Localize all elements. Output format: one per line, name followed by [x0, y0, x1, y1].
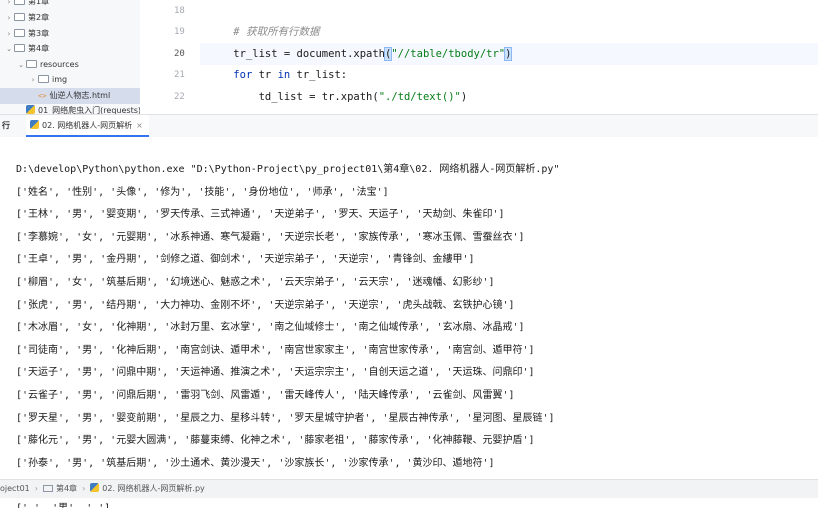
line-number-gutter: 18 19 20 21 22	[140, 0, 200, 114]
line-number: 22	[174, 92, 185, 102]
console-command-line: D:\develop\Python\python.exe "D:\Python-…	[16, 164, 560, 175]
tree-item[interactable]: ⌄ resources	[0, 57, 140, 73]
code-line[interactable]: # 获取所有行数据	[208, 21, 319, 43]
tree-item[interactable]: <> 仙逆人物志.html	[0, 88, 140, 104]
breadcrumb-item[interactable]: 02. 网络机器人-网页解析.py	[102, 480, 205, 498]
tree-item[interactable]: › img	[0, 72, 140, 88]
code-line[interactable]: tr_list = document.xpath("//table/tbody/…	[208, 43, 513, 65]
console-output-line: ['天运子', '男', '问鼎中期', '天运神通、推演之术', '天运宗宗主…	[16, 367, 535, 379]
console-output-line: ['木冰眉', '女', '化神期', '冰封万里、玄冰掌', '南之仙域修士'…	[16, 322, 525, 334]
run-console[interactable]: D:\develop\Python\python.exe "D:\Python-…	[0, 137, 818, 508]
code-token: in	[277, 69, 291, 81]
folder-icon	[38, 75, 49, 83]
project-tree: › 第1章 › 第2章 › 第3章 ⌄ 第4章 ⌄ resources › img <> 仙逆人物志.ht…	[0, 0, 153, 115]
folder-icon	[14, 0, 25, 5]
breadcrumb-separator: ›	[34, 484, 38, 493]
code-token: tr_list = document.xpath	[208, 48, 386, 60]
code-token: # 获取所有行数据	[233, 26, 320, 38]
folder-icon	[14, 29, 25, 37]
python-file-icon	[26, 105, 35, 114]
tree-item-label: 第3章	[28, 29, 50, 38]
code-token: )	[460, 91, 468, 103]
code-line[interactable]: for tr in tr_list:	[208, 64, 347, 86]
console-output-line: ['司徒南', '男', '化神后期', '南宫剑诀、遁甲术', '南宫世家家主…	[16, 344, 535, 356]
code-token: td_list = tr.xpath(	[208, 91, 379, 103]
console-output-line: ['藤化元', '男', '元婴大圆满', '藤蔓束缚、化神之术', '藤家老祖…	[16, 435, 535, 447]
breadcrumb-separator: ›	[82, 484, 86, 493]
run-tool-label[interactable]: 行	[2, 115, 10, 137]
close-icon[interactable]: ×	[136, 121, 143, 130]
chevron-right-icon[interactable]: ›	[4, 26, 14, 42]
code-line[interactable]: td_list = tr.xpath("./td/text()")	[208, 86, 468, 108]
line-number: 21	[174, 70, 185, 80]
chevron-right-icon[interactable]: ›	[4, 0, 14, 10]
breadcrumb-item[interactable]: oject01	[0, 480, 30, 498]
console-output-line: ['姓名', '性别', '头像', '修为', '技能', '身份地位', '…	[16, 186, 389, 198]
line-number: 19	[174, 27, 185, 37]
console-output-line: ['王卓', '男', '金丹期', '剑修之道、御剑术', '天逆宗弟子', …	[16, 254, 475, 266]
chevron-down-icon[interactable]: ⌄	[16, 57, 26, 73]
console-output-line: ['张虎', '男', '结丹期', '大力神功、金刚不坏', '天逆宗弟子',…	[16, 299, 515, 311]
breadcrumb-item[interactable]: 第4章	[56, 480, 77, 498]
run-tab[interactable]: 02. 网络机器人-网页解析 ×	[26, 115, 149, 137]
console-output-line-partial: ['…', '男', '…']	[16, 498, 110, 508]
console-output-line: ['罗天星', '男', '婴变前期', '星辰之力、星移斗转', '罗天星城守…	[16, 412, 555, 424]
line-number: 18	[174, 6, 185, 16]
chevron-down-icon[interactable]: ⌄	[4, 41, 14, 57]
console-output-line: ['王林', '男', '婴变期', '罗天传承、三式神通', '天逆弟子', …	[16, 209, 505, 221]
console-toolstrip	[0, 137, 14, 481]
folder-icon	[14, 13, 25, 21]
python-file-icon	[90, 483, 100, 492]
run-tab-label: 02. 网络机器人-网页解析	[42, 121, 133, 130]
code-token: tr_list:	[290, 69, 348, 81]
tree-item[interactable]: › 第2章	[0, 10, 140, 26]
tree-item-label: 第4章	[28, 44, 50, 53]
code-token: tr	[252, 69, 278, 81]
folder-icon	[42, 485, 53, 492]
code-token: "//table/tbody/tr"	[391, 48, 506, 60]
run-tool-window-header: 行 02. 网络机器人-网页解析 ×	[0, 114, 818, 138]
chevron-right-icon[interactable]: ›	[4, 10, 14, 26]
code-token: )	[504, 47, 513, 61]
html-file-icon: <>	[38, 92, 47, 100]
console-output-line: ['李慕婉', '女', '元婴期', '冰系神通、寒气凝霜', '天逆宗长老'…	[16, 231, 525, 243]
chevron-right-icon[interactable]: ›	[28, 72, 38, 88]
tree-item[interactable]: › 第1章	[0, 0, 140, 10]
status-bar: oject01 › 第4章 › 02. 网络机器人-网页解析.py	[0, 479, 818, 498]
tree-item-label: img	[52, 75, 68, 84]
console-output-line: ['云雀子', '男', '问鼎后期', '雷羽飞剑、风雷遁', '雷天峰传人'…	[16, 390, 515, 401]
tree-item[interactable]: ⌄ 第4章	[0, 41, 140, 57]
tree-item-label: resources	[40, 60, 79, 69]
python-file-icon	[30, 120, 39, 129]
code-token: for	[233, 69, 253, 81]
tree-item-label: 仙逆人物志.html	[49, 91, 111, 100]
folder-icon	[14, 44, 25, 52]
line-number: 20	[174, 49, 185, 59]
console-output-line: ['孙泰', '男', '筑基后期', '沙土通术、黄沙漫天', '沙家族长',…	[16, 457, 495, 469]
code-editor[interactable]: # 获取所有行数据 tr_list = document.xpath("//ta…	[200, 0, 818, 114]
top-area: › 第1章 › 第2章 › 第3章 ⌄ 第4章 ⌄ resources › img <> 仙逆人物志.ht…	[0, 0, 818, 115]
tree-item-label: 第2章	[28, 13, 50, 22]
tree-item[interactable]: › 第3章	[0, 26, 140, 42]
code-token: "./td/text()"	[378, 91, 461, 103]
folder-icon	[26, 60, 37, 68]
console-output-line: ['柳眉', '女', '筑基后期', '幻境迷心、魅惑之术', '云天宗弟子'…	[16, 277, 495, 288]
tree-item-label: 第1章	[28, 0, 50, 6]
